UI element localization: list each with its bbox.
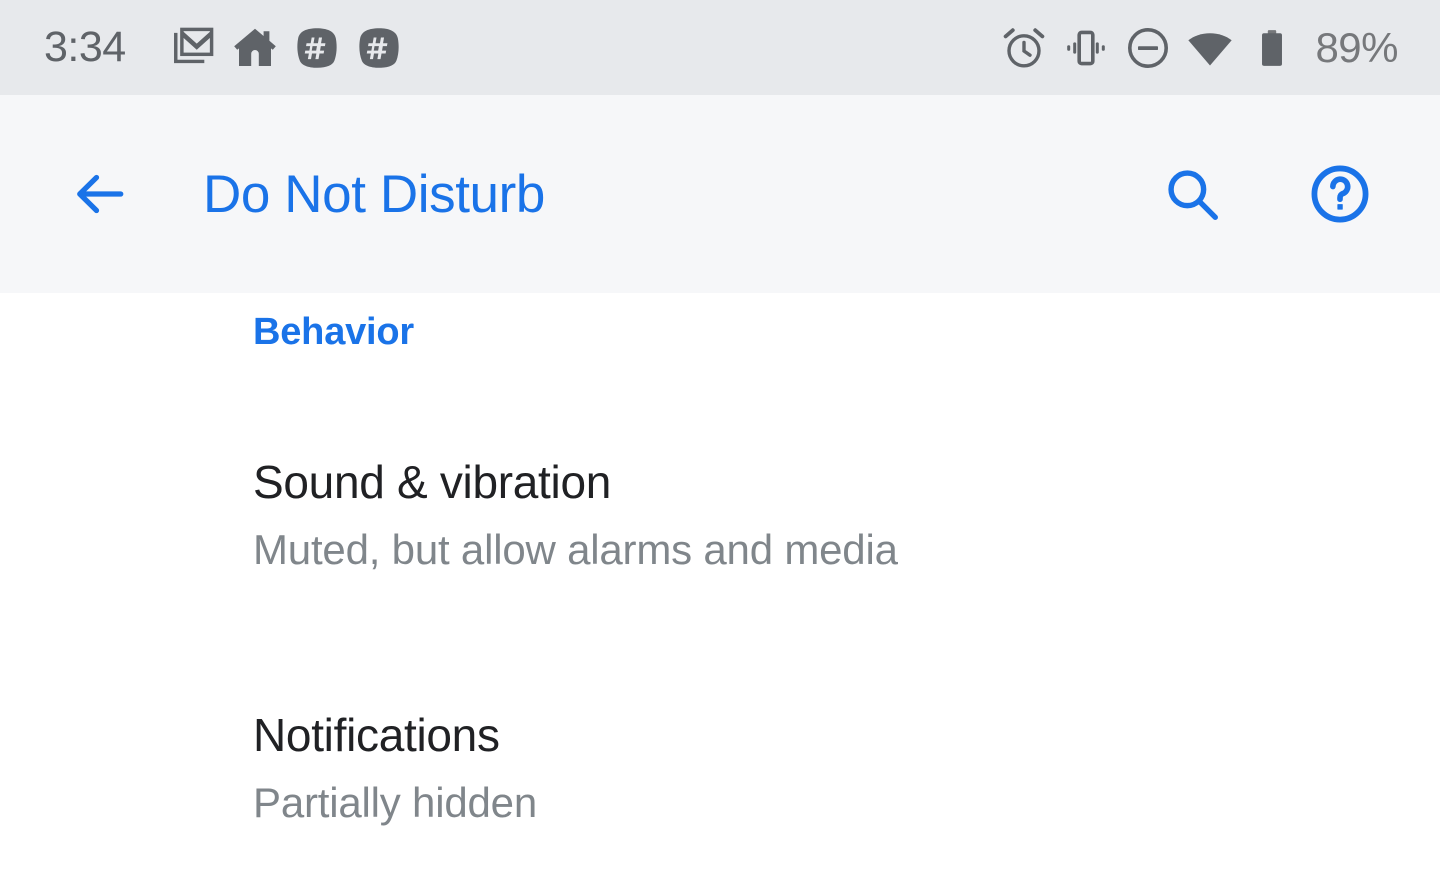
preference-summary: Partially hidden [253, 779, 537, 827]
wifi-icon [1179, 18, 1241, 78]
preference-title: Sound & vibration [253, 456, 612, 508]
back-button[interactable] [52, 146, 148, 242]
preference-sound-and-vibration[interactable]: Sound & vibration Muted, but allow alarm… [0, 455, 1440, 575]
android-settings-screen: 3:34 89% Do Not Disturb Behavior Sound &… [0, 0, 1440, 894]
battery-icon [1241, 18, 1303, 78]
slack-channel-icon-2 [348, 18, 410, 78]
gmail-icon [162, 18, 224, 78]
section-header-behavior: Behavior [253, 311, 415, 353]
app-bar-actions [1154, 156, 1378, 232]
alarm-icon [993, 18, 1055, 78]
do-not-disturb-icon [1117, 18, 1179, 78]
slack-channel-icon-1 [286, 18, 348, 78]
preference-summary: Muted, but allow alarms and media [253, 526, 898, 574]
back-arrow-icon [77, 174, 124, 214]
status-bar-right-group: 89% [993, 18, 1398, 78]
help-button[interactable] [1302, 156, 1378, 232]
settings-list: Behavior Sound & vibration Muted, but al… [0, 293, 1440, 894]
page-title: Do Not Disturb [203, 164, 545, 224]
status-bar-clock: 3:34 [44, 23, 126, 71]
status-bar: 3:34 89% [0, 0, 1440, 95]
status-bar-left-group: 3:34 [44, 18, 410, 78]
vibrate-icon [1055, 18, 1117, 78]
search-icon [1168, 170, 1218, 220]
help-circle-icon [1311, 165, 1369, 223]
search-button[interactable] [1154, 156, 1230, 232]
preference-notifications[interactable]: Notifications Partially hidden [0, 708, 1440, 828]
home-icon [224, 18, 286, 78]
battery-percent-label: 89% [1315, 23, 1398, 71]
app-bar: Do Not Disturb [0, 95, 1440, 293]
preference-title: Notifications [253, 709, 500, 761]
